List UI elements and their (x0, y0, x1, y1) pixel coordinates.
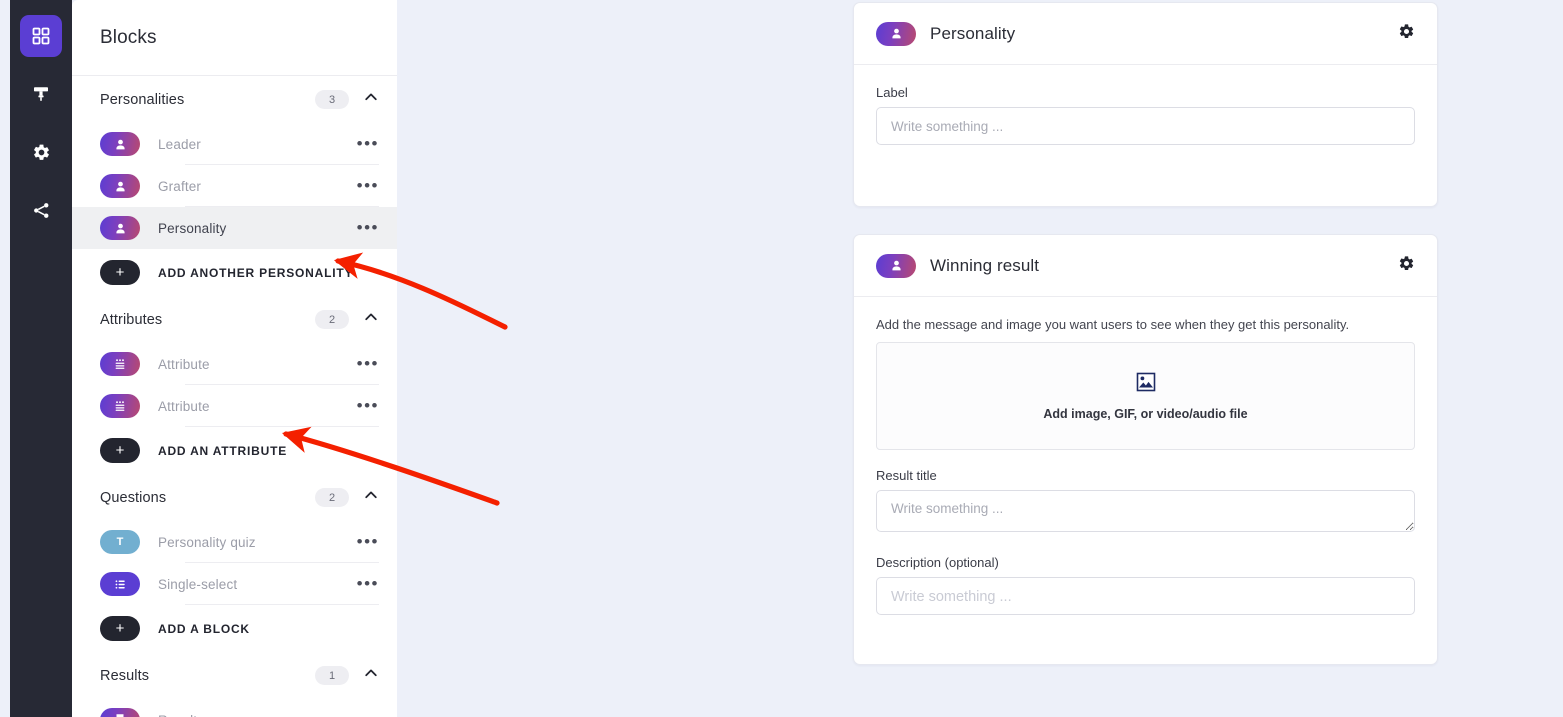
paintbrush-icon (32, 85, 50, 103)
app-root: Blocks Personalities 3 Leader ••• Grafter •••… (0, 0, 1563, 717)
section-count-badge: 2 (315, 310, 349, 329)
chevron-up-icon[interactable] (363, 487, 379, 508)
winning-result-card-title: Winning result (930, 255, 1040, 275)
winning-result-card: Winning result Add the message and image… (853, 234, 1438, 665)
divider (185, 248, 379, 249)
block-list-item[interactable]: Leader ••• (72, 123, 397, 165)
divider (185, 604, 379, 605)
person-icon (876, 21, 916, 46)
blocks-grid-icon (31, 26, 51, 46)
block-item-menu-button[interactable]: ••• (357, 397, 379, 414)
block-item-menu-button[interactable]: ••• (357, 533, 379, 550)
section-title: Results (100, 667, 150, 684)
block-list-item-label: Attribute (158, 398, 210, 414)
personality-card-header: Personality (854, 3, 1437, 65)
section-count-badge: 2 (315, 488, 349, 507)
person-icon (100, 216, 140, 240)
block-list-item-label: Personality (158, 220, 227, 236)
block-list-item-label: Attribute (158, 356, 210, 372)
app-icon-rail (10, 0, 72, 717)
media-dropzone-label: Add image, GIF, or video/audio file (1043, 407, 1248, 421)
block-list-item[interactable]: Single-select ••• (72, 563, 397, 605)
winning-result-card-body: Add the message and image you want users… (854, 297, 1437, 615)
block-item-menu-button[interactable]: ••• (357, 355, 379, 372)
section-header-questions[interactable]: Questions 2 (72, 474, 397, 521)
media-dropzone[interactable]: Add image, GIF, or video/audio file (876, 342, 1415, 450)
block-list-item[interactable]: T Personality quiz ••• (72, 521, 397, 563)
page-title: Blocks (100, 26, 157, 48)
person-icon (100, 174, 140, 198)
winning-result-card-header: Winning result (854, 235, 1437, 297)
plus-icon: + (100, 616, 140, 641)
block-list-item[interactable]: Grafter ••• (72, 165, 397, 207)
personality-card-title: Personality (930, 23, 1016, 43)
winning-result-card-settings-button[interactable] (1398, 255, 1415, 277)
section-header-attributes[interactable]: Attributes 2 (72, 296, 397, 343)
single-select-icon (100, 572, 140, 596)
block-list-item-label: Result page (158, 713, 232, 717)
rail-item-share[interactable] (20, 189, 62, 231)
label-field-label: Label (876, 85, 908, 100)
add-block-button[interactable]: + ADD A BLOCK (72, 605, 397, 652)
attribute-list-icon (100, 352, 140, 376)
blocks-section-list: Personalities 3 Leader ••• Grafter ••• Persona… (72, 76, 397, 717)
block-item-menu-button[interactable]: ••• (357, 219, 379, 236)
block-item-menu-button[interactable]: ••• (357, 575, 379, 592)
block-list-item-label: Personality quiz (158, 534, 256, 550)
rail-item-design[interactable] (20, 73, 62, 115)
add-block-button-label: ADD ANOTHER PERSONALITY (158, 265, 354, 280)
chevron-up-icon[interactable] (363, 89, 379, 110)
blocks-panel: Blocks Personalities 3 Leader ••• Grafter •••… (72, 0, 397, 717)
image-icon (1135, 371, 1157, 398)
divider (185, 426, 379, 427)
block-list-item-label: Leader (158, 136, 201, 152)
description-field-label: Description (optional) (876, 555, 999, 570)
rail-item-blocks[interactable] (20, 15, 62, 57)
label-input[interactable] (876, 107, 1415, 145)
bookmark-icon (100, 708, 140, 717)
result-title-field-label: Result title (876, 468, 937, 483)
attribute-list-icon (100, 394, 140, 418)
block-item-menu-button[interactable]: ••• (357, 135, 379, 152)
personality-card-body: Label (854, 65, 1437, 145)
section-count-badge: 1 (315, 666, 349, 685)
section-count-badge: 3 (315, 90, 349, 109)
block-list-item[interactable]: Personality ••• (72, 207, 397, 249)
section-title: Questions (100, 489, 167, 506)
personality-card: Personality Label (853, 2, 1438, 207)
block-list-item[interactable]: Result page (72, 699, 397, 717)
section-title: Personalities (100, 91, 185, 108)
add-block-button-label: ADD A BLOCK (158, 621, 250, 636)
add-block-button[interactable]: + ADD AN ATTRIBUTE (72, 427, 397, 474)
section-header-results[interactable]: Results 1 (72, 652, 397, 699)
block-list-item-label: Single-select (158, 576, 238, 592)
add-block-button-label: ADD AN ATTRIBUTE (158, 443, 288, 458)
winning-result-helper-text: Add the message and image you want users… (876, 317, 1350, 332)
add-block-button[interactable]: + ADD ANOTHER PERSONALITY (72, 249, 397, 296)
chevron-up-icon[interactable] (363, 665, 379, 686)
block-list-item[interactable]: Attribute ••• (72, 343, 397, 385)
chevron-up-icon[interactable] (363, 309, 379, 330)
section-title: Attributes (100, 311, 163, 328)
person-icon (100, 132, 140, 156)
person-icon (876, 253, 916, 278)
share-nodes-icon (32, 201, 51, 220)
result-title-input[interactable] (876, 490, 1415, 532)
personality-card-settings-button[interactable] (1398, 23, 1415, 45)
block-list-item-label: Grafter (158, 178, 202, 194)
rail-item-settings[interactable] (20, 131, 62, 173)
plus-icon: + (100, 438, 140, 463)
text-t-icon: T (100, 530, 140, 554)
block-item-menu-button[interactable]: ••• (357, 177, 379, 194)
gear-icon (32, 143, 51, 162)
section-header-personalities[interactable]: Personalities 3 (72, 76, 397, 123)
block-list-item[interactable]: Attribute ••• (72, 385, 397, 427)
plus-icon: + (100, 260, 140, 285)
description-input[interactable] (876, 577, 1415, 615)
blocks-panel-header: Blocks (72, 0, 397, 76)
